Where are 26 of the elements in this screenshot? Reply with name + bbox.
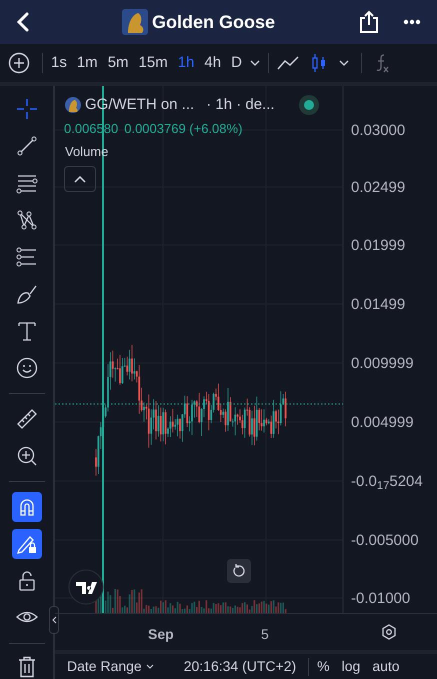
price-label: 0.03000	[351, 121, 406, 141]
price-label: 0.01999	[351, 236, 406, 256]
scale-option[interactable]: log	[342, 656, 360, 677]
timeframe-tab[interactable]: 1s	[51, 52, 67, 74]
price-label: -0.01000	[351, 589, 410, 609]
price-label: -0.0$_{17}$5204	[351, 472, 423, 494]
timeframe-tab[interactable]: 15m	[138, 52, 168, 74]
time-label: Sep	[148, 625, 174, 644]
price-change: 0.0003769 (+6.08%)	[124, 120, 242, 138]
price-label: 0.02499	[351, 178, 406, 198]
price-label: 0.009999	[351, 354, 414, 374]
date-range-button[interactable]: Date Range	[67, 656, 154, 677]
timeframe-tab[interactable]: D	[231, 52, 242, 74]
timeframe-tab[interactable]: 4h	[204, 52, 222, 74]
timeframe-tab[interactable]: 5m	[108, 52, 129, 74]
timeframe-tab[interactable]: 1h	[178, 52, 194, 74]
price-label: 0.004999	[351, 413, 414, 433]
interval-text: · 1h · de...	[206, 95, 275, 115]
scale-option[interactable]: auto	[372, 656, 400, 677]
timeframe-tab[interactable]: 1m	[76, 52, 98, 74]
time-label: 5	[261, 625, 269, 644]
price-label: -0.005000	[351, 531, 419, 551]
price-label: 0.01499	[351, 295, 406, 315]
page-title: Golden Goose	[152, 10, 275, 34]
clock-text: 20:16:34 (UTC+2)	[184, 657, 296, 676]
scale-option[interactable]: %	[317, 656, 330, 677]
